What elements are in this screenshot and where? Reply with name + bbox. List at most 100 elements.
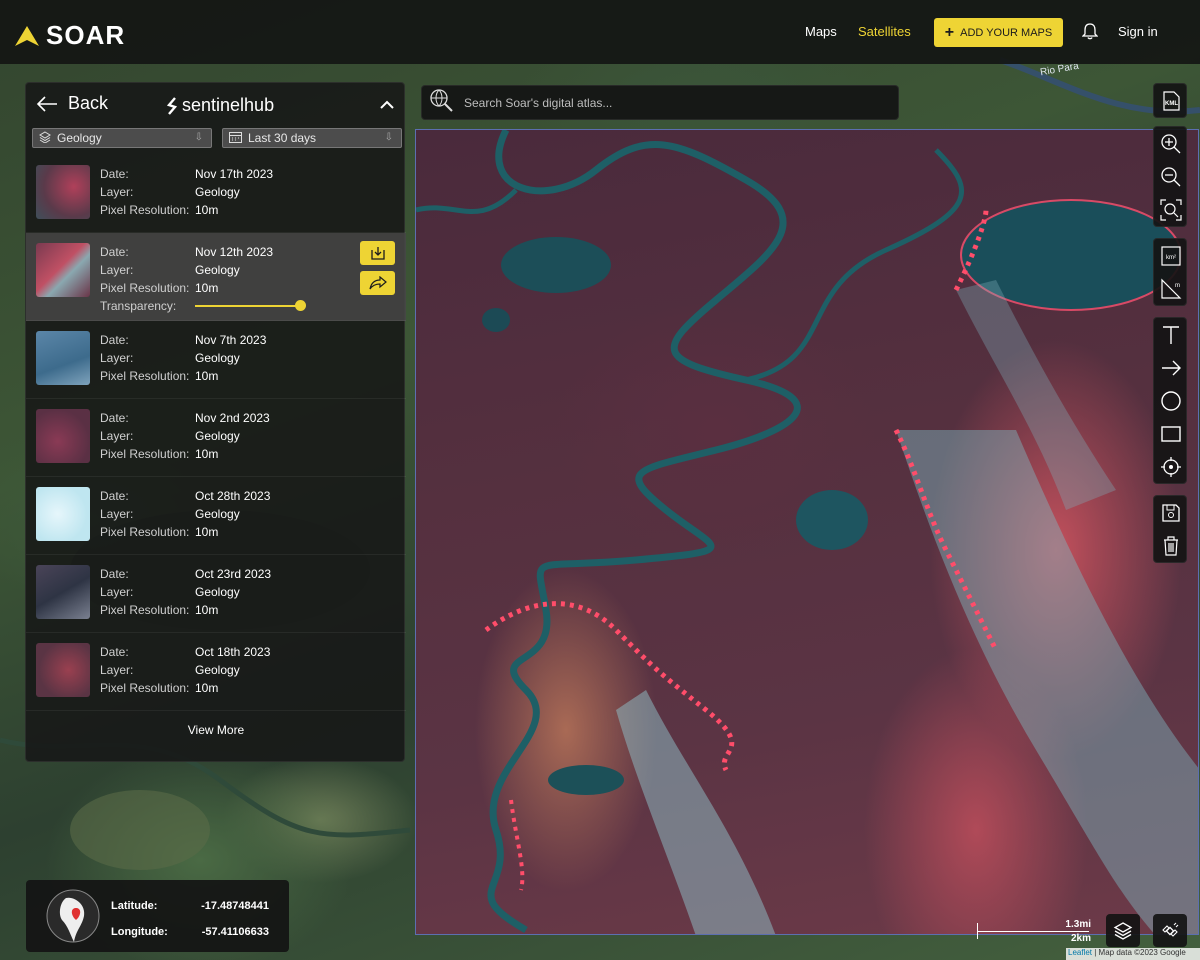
resolution-value: 10m: [195, 281, 219, 295]
resolution-value: 10m: [195, 203, 219, 217]
resolution-value: 10m: [195, 525, 219, 539]
save-button[interactable]: [1154, 496, 1188, 529]
result-row[interactable]: Date: Oct 18th 2023 Layer: Geology Pixel…: [26, 633, 406, 711]
zoom-to-fit-button[interactable]: [1154, 193, 1188, 226]
arrow-left-icon: [36, 95, 57, 112]
globe-search-icon[interactable]: [428, 87, 454, 118]
result-thumbnail: [36, 643, 90, 697]
chevron-up-icon: [380, 100, 394, 109]
result-row[interactable]: Date: Nov 17th 2023 Layer: Geology Pixel…: [26, 155, 406, 233]
zoom-in-button[interactable]: [1154, 127, 1188, 160]
save-icon: [1162, 503, 1180, 522]
area-measure-icon: km²: [1161, 245, 1181, 266]
resolution-label: Pixel Resolution:: [100, 203, 190, 217]
resolution-value: 10m: [195, 603, 219, 617]
date-value: Oct 23rd 2023: [195, 567, 272, 581]
zoom-out-button[interactable]: [1154, 160, 1188, 193]
layer-value: Geology: [195, 585, 240, 599]
measure-tool-group: km² m: [1153, 238, 1187, 306]
coordinates-panel: Latitude: -17.48748441 Longitude: -57.41…: [26, 880, 289, 952]
satellite-overlay-image[interactable]: [415, 129, 1199, 935]
file-tool-group: [1153, 495, 1187, 563]
arrow-tool-button[interactable]: [1154, 351, 1188, 384]
text-icon: [1163, 325, 1179, 344]
download-button[interactable]: [360, 241, 395, 265]
trash-icon: [1164, 535, 1178, 556]
date-label: Date:: [100, 333, 129, 347]
rectangle-tool-button[interactable]: [1154, 417, 1188, 450]
results-list: Date: Nov 17th 2023 Layer: Geology Pixel…: [26, 155, 406, 711]
add-your-maps-button[interactable]: + ADD YOUR MAPS: [934, 18, 1063, 47]
layer-select[interactable]: Geology ⇩: [32, 128, 212, 148]
result-row-selected[interactable]: Date: Nov 12th 2023 Layer: Geology Pixel…: [26, 233, 406, 321]
result-row[interactable]: Date: Nov 7th 2023 Layer: Geology Pixel …: [26, 321, 406, 399]
layer-value: Geology: [195, 507, 240, 521]
resolution-label: Pixel Resolution:: [100, 369, 190, 383]
date-value: Nov 2nd 2023: [195, 411, 270, 425]
layer-label: Layer:: [100, 185, 134, 199]
area-measure-button[interactable]: km²: [1154, 239, 1188, 272]
sentinelhub-logo: sentinelhub: [166, 95, 274, 116]
result-row[interactable]: Date: Oct 28th 2023 Layer: Geology Pixel…: [26, 477, 406, 555]
text-tool-button[interactable]: [1154, 318, 1188, 351]
layers-button[interactable]: [1106, 914, 1140, 947]
kml-icon: KML: [1163, 90, 1180, 111]
layers-icon: [39, 130, 51, 146]
back-button[interactable]: Back: [36, 93, 108, 114]
zoom-fit-icon: [1160, 198, 1182, 221]
scale-miles: 1.3mi: [1065, 919, 1091, 930]
layer-label: Layer:: [100, 429, 134, 443]
date-label: Date:: [100, 245, 129, 259]
calendar-icon: [229, 131, 242, 146]
kml-tool-group: KML: [1153, 83, 1187, 118]
transparency-slider-handle[interactable]: [295, 300, 306, 311]
search-bar: [421, 85, 899, 120]
zoom-in-icon: [1161, 133, 1181, 153]
share-icon: [368, 276, 387, 290]
resolution-value: 10m: [195, 369, 219, 383]
result-thumbnail: [36, 565, 90, 619]
distance-measure-button[interactable]: m: [1154, 272, 1188, 305]
soar-logo-icon: [15, 25, 39, 46]
result-row[interactable]: Date: Nov 2nd 2023 Layer: Geology Pixel …: [26, 399, 406, 477]
result-row[interactable]: Date: Oct 23rd 2023 Layer: Geology Pixel…: [26, 555, 406, 633]
view-more-button[interactable]: View More: [26, 723, 406, 737]
distance-measure-icon: m: [1161, 278, 1182, 299]
satellite-button[interactable]: [1153, 914, 1187, 947]
provider-name: sentinelhub: [182, 95, 275, 115]
layer-label: Layer:: [100, 351, 134, 365]
circle-tool-button[interactable]: [1154, 384, 1188, 417]
bell-icon[interactable]: [1081, 22, 1099, 45]
leaflet-link[interactable]: Leaflet: [1068, 948, 1092, 957]
rectangle-icon: [1161, 425, 1181, 442]
sentinelhub-icon: [166, 96, 178, 115]
kml-upload-button[interactable]: KML: [1154, 84, 1188, 117]
result-thumbnail: [36, 487, 90, 541]
layer-label: Layer:: [100, 507, 134, 521]
collapse-panel-button[interactable]: [380, 97, 394, 115]
result-thumbnail: [36, 409, 90, 463]
date-label: Date:: [100, 645, 129, 659]
date-range-select[interactable]: Last 30 days ⇩: [222, 128, 402, 148]
point-tool-button[interactable]: [1154, 450, 1188, 483]
layers-icon: [1113, 921, 1133, 940]
delete-button[interactable]: [1154, 529, 1188, 562]
zoom-tool-group: [1153, 126, 1187, 227]
nav-satellites-link[interactable]: Satellites: [858, 24, 911, 39]
transparency-slider-track[interactable]: [195, 305, 301, 307]
search-input[interactable]: [464, 95, 884, 110]
zoom-out-icon: [1161, 166, 1181, 186]
circle-icon: [1161, 390, 1181, 411]
soar-logo[interactable]: SOAR: [14, 20, 125, 51]
panel-header: Back sentinelhub: [26, 83, 404, 127]
nav-maps-link[interactable]: Maps: [805, 24, 837, 39]
latitude-value: -17.48748441: [201, 900, 269, 912]
share-button[interactable]: [360, 271, 395, 295]
globe-icon: [44, 886, 102, 951]
resolution-label: Pixel Resolution:: [100, 525, 190, 539]
latitude-label: Latitude:: [111, 900, 158, 912]
sign-in-link[interactable]: Sign in: [1118, 24, 1158, 39]
logo-text: SOAR: [46, 20, 126, 50]
layer-value: Geology: [195, 429, 240, 443]
layer-value: Geology: [195, 263, 240, 277]
